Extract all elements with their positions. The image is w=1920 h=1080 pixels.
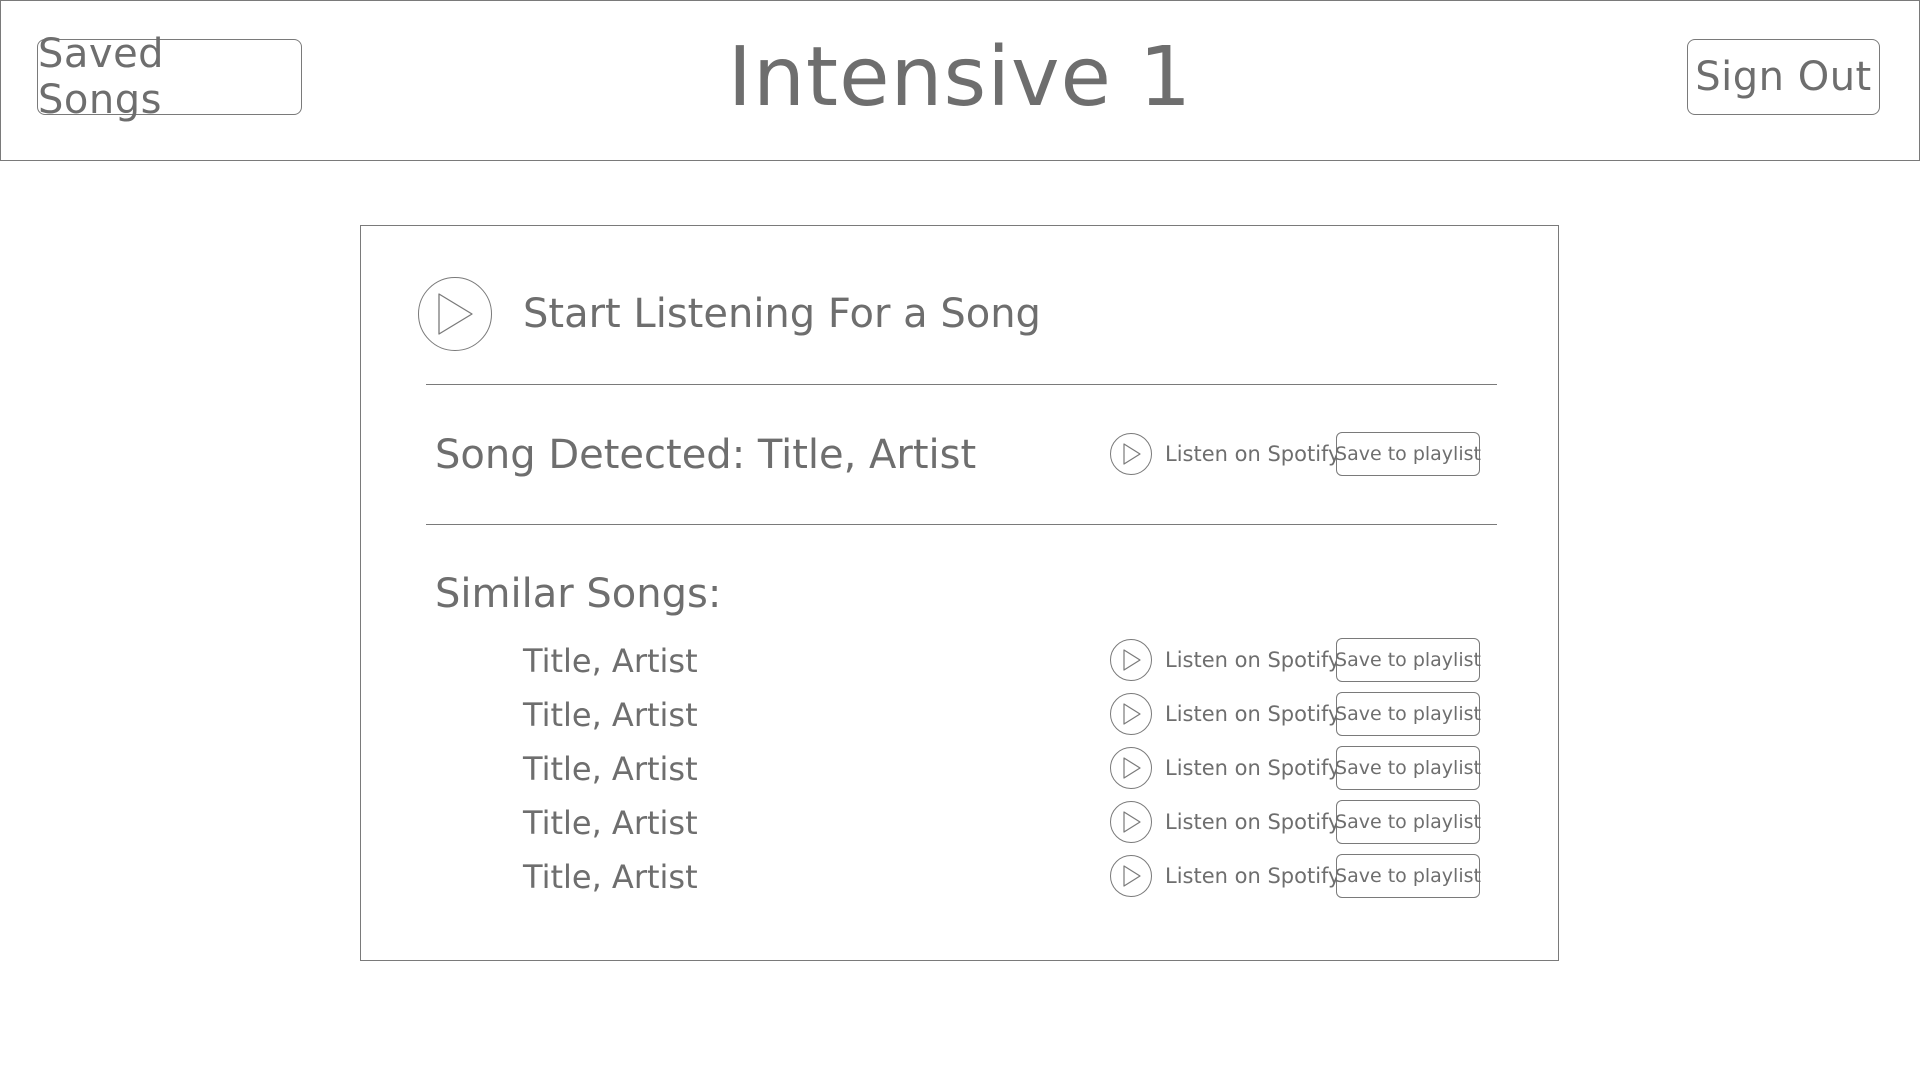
- detected-song-actions: Listen on Spotify Save to playlist: [1110, 432, 1481, 476]
- similar-song-title: Title, Artist: [523, 858, 698, 896]
- play-spotify-button[interactable]: [1110, 747, 1152, 789]
- play-icon: [1123, 811, 1141, 833]
- listen-on-spotify-link[interactable]: Listen on Spotify: [1165, 756, 1340, 780]
- play-spotify-button[interactable]: [1110, 433, 1152, 475]
- similar-song-title: Title, Artist: [523, 642, 698, 680]
- save-to-playlist-button[interactable]: Save to playlist: [1335, 638, 1481, 682]
- start-listening-button[interactable]: [418, 277, 492, 351]
- listen-on-spotify-link[interactable]: Listen on Spotify: [1165, 864, 1340, 888]
- play-spotify-button[interactable]: [1110, 855, 1152, 897]
- divider: [426, 384, 1497, 385]
- main-card: Start Listening For a Song Song Detected…: [360, 225, 1559, 961]
- play-icon: [1123, 865, 1141, 887]
- start-listening-row: Start Listening For a Song: [418, 277, 1041, 351]
- play-icon: [1123, 649, 1141, 671]
- play-icon: [1123, 443, 1141, 465]
- similar-song-actions: Listen on Spotify Save to playlist: [1110, 746, 1481, 790]
- similar-song-actions: Listen on Spotify Save to playlist: [1110, 854, 1481, 898]
- play-icon: [1123, 703, 1141, 725]
- similar-song-title: Title, Artist: [523, 696, 698, 734]
- similar-song-title: Title, Artist: [523, 804, 698, 842]
- listen-on-spotify-link[interactable]: Listen on Spotify: [1165, 442, 1340, 466]
- song-detected-text: Song Detected: Title, Artist: [435, 432, 977, 478]
- similar-song-actions: Listen on Spotify Save to playlist: [1110, 638, 1481, 682]
- save-to-playlist-button[interactable]: Save to playlist: [1335, 432, 1481, 476]
- save-to-playlist-button[interactable]: Save to playlist: [1335, 746, 1481, 790]
- listen-on-spotify-link[interactable]: Listen on Spotify: [1165, 648, 1340, 672]
- sign-out-button[interactable]: Sign Out: [1687, 39, 1880, 115]
- play-icon: [438, 293, 473, 335]
- page-title: Intensive 1: [727, 30, 1193, 125]
- listen-on-spotify-link[interactable]: Listen on Spotify: [1165, 702, 1340, 726]
- save-to-playlist-button[interactable]: Save to playlist: [1335, 854, 1481, 898]
- start-listening-label: Start Listening For a Song: [523, 291, 1041, 337]
- save-to-playlist-button[interactable]: Save to playlist: [1335, 692, 1481, 736]
- divider: [426, 524, 1497, 525]
- play-spotify-button[interactable]: [1110, 639, 1152, 681]
- header-bar: Saved Songs Intensive 1 Sign Out: [0, 0, 1920, 161]
- play-spotify-button[interactable]: [1110, 801, 1152, 843]
- play-spotify-button[interactable]: [1110, 693, 1152, 735]
- play-icon: [1123, 757, 1141, 779]
- similar-song-title: Title, Artist: [523, 750, 698, 788]
- similar-song-actions: Listen on Spotify Save to playlist: [1110, 692, 1481, 736]
- save-to-playlist-button[interactable]: Save to playlist: [1335, 800, 1481, 844]
- similar-song-actions: Listen on Spotify Save to playlist: [1110, 800, 1481, 844]
- listen-on-spotify-link[interactable]: Listen on Spotify: [1165, 810, 1340, 834]
- similar-songs-heading: Similar Songs:: [435, 571, 722, 617]
